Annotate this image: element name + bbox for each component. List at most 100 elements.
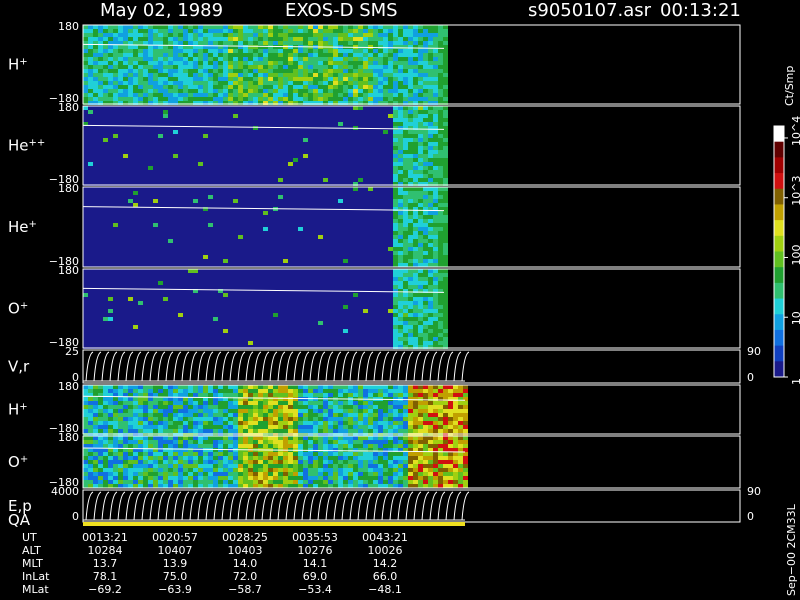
spectrogram-cell	[398, 170, 403, 174]
spectrogram-cell	[98, 301, 103, 305]
spectrogram-cell	[148, 325, 153, 329]
spectrogram-cell	[98, 138, 103, 142]
spectrogram-cell	[278, 203, 283, 207]
spectrogram-cell	[288, 170, 293, 174]
spectrogram-cell	[378, 134, 383, 138]
spectrogram-cell	[428, 199, 433, 203]
spectrogram-cell	[323, 57, 328, 61]
spectrogram-cell	[278, 235, 283, 239]
spectrogram-cell	[408, 239, 413, 243]
spectrogram-cell	[113, 199, 118, 203]
spectrogram-cell	[163, 341, 168, 345]
spectrogram-cell	[253, 203, 258, 207]
spectrogram-cell	[178, 341, 183, 345]
spectrogram-cell	[283, 243, 288, 247]
spectrogram-cell	[208, 122, 213, 126]
spectrogram-cell	[373, 158, 378, 162]
spectrogram-cell	[183, 85, 188, 89]
spectrogram-cell	[198, 235, 203, 239]
spectrogram-cell	[163, 106, 168, 110]
spectrogram-cell	[133, 25, 138, 29]
spectrogram-cell	[283, 49, 288, 53]
spectrogram-cell	[143, 89, 148, 93]
spectrogram-cell	[163, 263, 168, 267]
spectrogram-cell	[283, 97, 288, 101]
spectrogram-cell	[103, 199, 108, 203]
spectrogram-cell	[318, 33, 323, 37]
spectrogram-cell	[328, 191, 333, 195]
spectrogram-cell	[133, 134, 138, 138]
spectrogram-cell	[388, 243, 393, 247]
spectrogram-cell	[238, 227, 243, 231]
spectrogram-cell	[253, 162, 258, 166]
spectrogram-cell	[128, 170, 133, 174]
spectrogram-cell	[253, 231, 258, 235]
spectrogram-cell	[203, 170, 208, 174]
spectrogram-cell	[363, 110, 368, 114]
spectrogram-cell	[153, 187, 158, 191]
spectrogram-cell	[393, 138, 398, 142]
spectrogram-cell	[223, 203, 228, 207]
spectrogram-cell	[118, 313, 123, 317]
spectrogram-cell	[248, 138, 253, 142]
spectrogram-cell	[378, 231, 383, 235]
spectrogram-cell	[343, 53, 348, 57]
spectrogram-cell	[233, 166, 238, 170]
spectrogram-cell	[183, 93, 188, 97]
spectrogram-cell	[213, 309, 218, 313]
spectrogram-cell	[148, 174, 153, 178]
spectrogram-cell	[278, 251, 283, 255]
spectrogram-cell	[288, 106, 293, 110]
spectrogram-cell	[208, 223, 213, 227]
spectrogram-cell	[133, 37, 138, 41]
spectrogram-cell	[328, 49, 333, 53]
spectrogram-cell	[103, 313, 108, 317]
spectrogram-cell	[418, 89, 423, 93]
spectrogram-cell	[408, 118, 413, 122]
spectrogram-cell	[128, 118, 133, 122]
spectrogram-cell	[143, 162, 148, 166]
spectrogram-cell	[218, 321, 223, 325]
spectrogram-cell	[128, 97, 133, 101]
spectrogram-cell	[83, 25, 88, 29]
spectrogram-cell	[143, 118, 148, 122]
spectrogram-cell	[438, 215, 443, 219]
spectrogram-cell	[248, 239, 253, 243]
spectrogram-cell	[333, 259, 338, 263]
spectrogram-cell	[283, 29, 288, 33]
spectrogram-cell	[288, 57, 293, 61]
spectrogram-cell	[188, 329, 193, 333]
spectrogram-cell	[163, 309, 168, 313]
spectrogram-cell	[343, 73, 348, 77]
spectrogram-cell	[193, 305, 198, 309]
spectrogram-cell	[238, 134, 243, 138]
spectrogram-cell	[93, 33, 98, 37]
spectrogram-cell	[148, 277, 153, 281]
spectrogram-cell	[158, 118, 163, 122]
spectrogram-cell	[408, 97, 413, 101]
spectrogram-cell	[158, 301, 163, 305]
spectrogram-cell	[143, 293, 148, 297]
spectrogram-cell	[258, 77, 263, 81]
spectrogram-cell	[378, 259, 383, 263]
spectrogram-cell	[368, 166, 373, 170]
spectrogram-cell	[128, 37, 133, 41]
spectrogram-cell	[268, 41, 273, 45]
spectrogram-cell	[118, 89, 123, 93]
spectrogram-cell	[98, 207, 103, 211]
spectrogram-cell	[303, 33, 308, 37]
spectrogram-cell	[378, 33, 383, 37]
spectrogram-cell	[193, 231, 198, 235]
spectrogram-cell	[373, 118, 378, 122]
spectrogram-cell	[83, 142, 88, 146]
spectrogram-cell	[93, 93, 98, 97]
spectrogram-cell	[143, 301, 148, 305]
spectrogram-cell	[338, 37, 343, 41]
spectrogram-cell	[278, 69, 283, 73]
spectrogram-cell	[248, 61, 253, 65]
spectrogram-cell	[308, 219, 313, 223]
spectrogram-cell	[163, 269, 168, 273]
spectrogram-cell	[258, 29, 263, 33]
spectrogram-cell	[278, 130, 283, 134]
spectrogram-cell	[173, 317, 178, 321]
